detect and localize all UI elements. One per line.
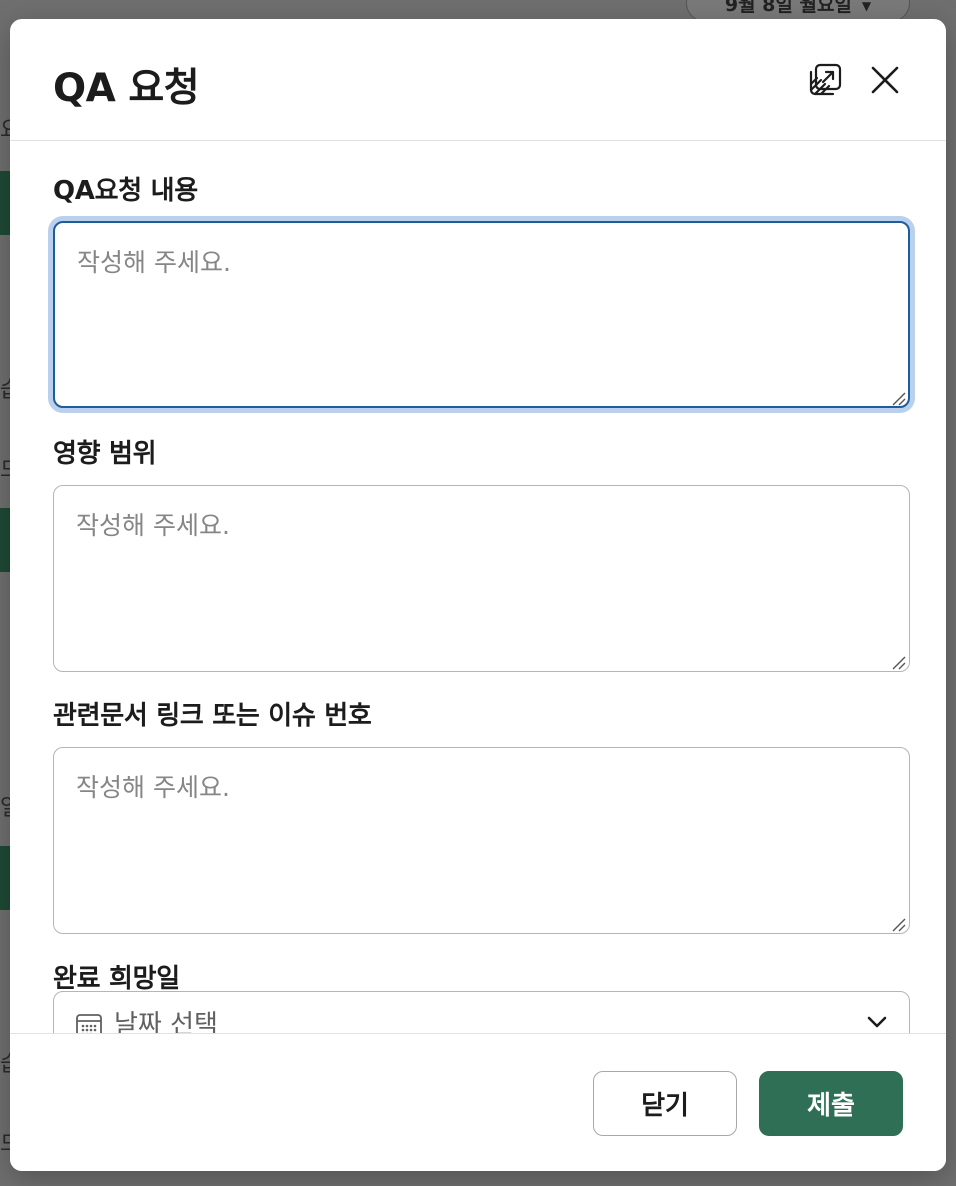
popout-window-icon: [807, 62, 843, 102]
bg-green-strip: [0, 846, 10, 910]
related-docs-label: 관련문서 링크 또는 이슈 번호: [53, 701, 372, 731]
modal-title: QA 요청: [53, 66, 200, 111]
date-pill-label: 9월 8일 월요일: [724, 0, 852, 16]
resize-grip-icon[interactable]: [890, 390, 906, 406]
bg-text: 요: [0, 112, 10, 144]
impact-scope-label: 영향 범위: [53, 439, 157, 469]
related-docs-textarea[interactable]: [53, 747, 910, 934]
modal-body: QA요청 내용 영향 범위 관련문서 링크 또는 이슈 번호 완료 희망일: [10, 142, 946, 1033]
cancel-button[interactable]: 닫기: [593, 1071, 737, 1136]
bg-text: 습: [0, 1046, 10, 1078]
calendar-icon: [75, 1011, 103, 1033]
impact-scope-textarea[interactable]: [53, 485, 910, 672]
bg-green-strip: [0, 171, 10, 235]
date-picker-placeholder: 날짜 선택: [114, 1010, 218, 1033]
bg-text: 드: [0, 452, 10, 484]
bg-green-strip: [0, 508, 10, 572]
resize-grip-icon[interactable]: [890, 654, 906, 670]
bg-text: 드: [0, 1126, 10, 1158]
qa-request-modal: QA 요청 QA요청 내용 작성해 주세요. 영향 범위 작성해 주세요. 관련…: [10, 19, 946, 1171]
bg-text: 습: [0, 372, 10, 404]
qa-content-label: QA요청 내용: [53, 176, 198, 206]
due-date-label: 완료 희망일: [53, 964, 180, 994]
modal-footer: 닫기 제출: [10, 1033, 946, 1171]
close-icon: [870, 65, 900, 99]
qa-content-textarea[interactable]: [53, 221, 910, 408]
submit-button[interactable]: 제출: [759, 1071, 903, 1136]
modal-header: QA 요청: [10, 19, 946, 141]
chevron-down-icon: [866, 1014, 888, 1033]
date-picker-select[interactable]: 날짜 선택: [53, 991, 910, 1033]
chevron-down-icon: ▼: [861, 0, 872, 13]
close-button[interactable]: [864, 61, 906, 103]
resize-grip-icon[interactable]: [890, 916, 906, 932]
popout-button[interactable]: [804, 61, 846, 103]
bg-text: 일: [0, 790, 10, 822]
